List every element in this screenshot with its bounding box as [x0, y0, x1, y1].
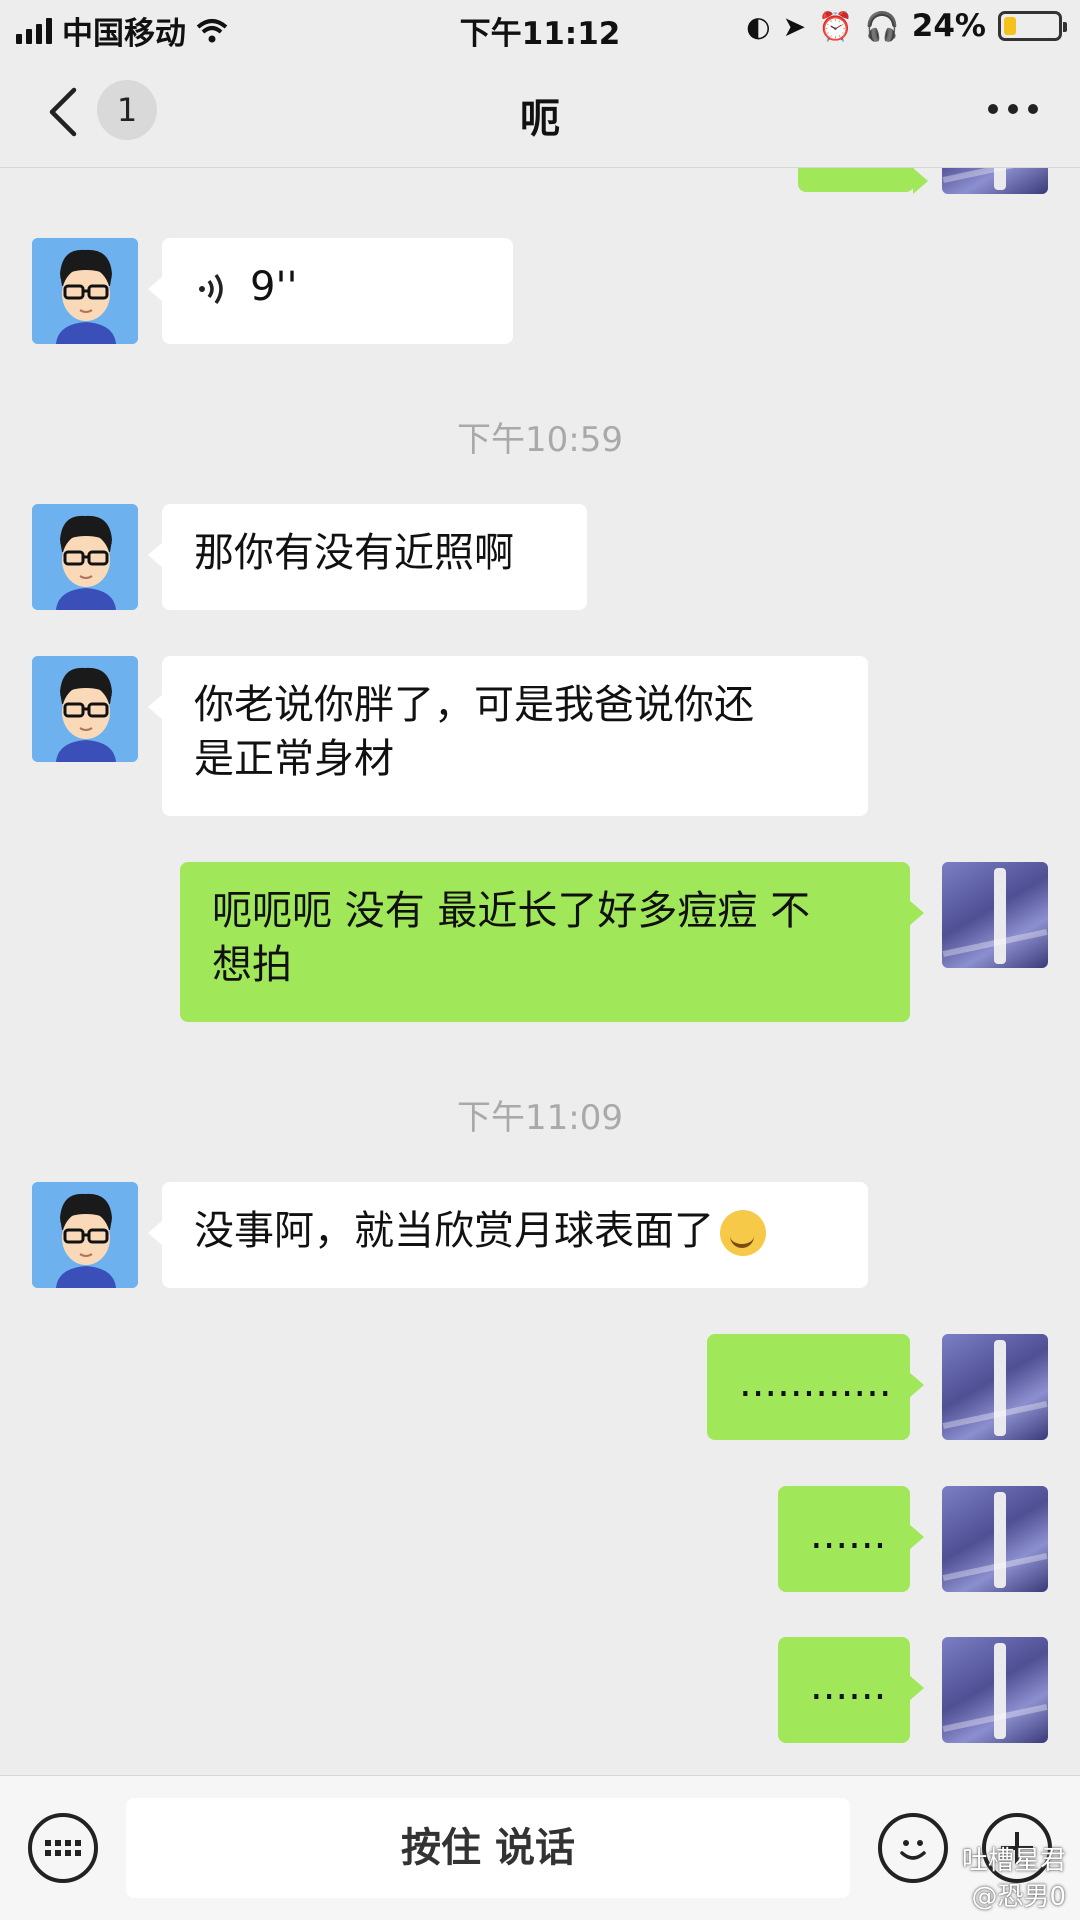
message-text-line: 你老说你胖了，可是我爸说你还	[194, 682, 754, 728]
smile-face-icon	[900, 1840, 926, 1860]
emoji-button[interactable]	[878, 1813, 948, 1883]
contact-avatar[interactable]	[32, 504, 138, 610]
message-text: ............	[739, 1360, 892, 1406]
message-text: 那你有没有近照啊	[194, 530, 514, 576]
timestamp: 下午11:09	[457, 1098, 623, 1138]
message-text-line: 是正常身材	[194, 736, 394, 782]
message-text-line: 想拍	[212, 942, 292, 988]
message-bubble[interactable]: 没事阿，就当欣赏月球表面了	[148, 1182, 868, 1288]
self-avatar[interactable]	[942, 862, 1048, 968]
self-avatar[interactable]	[942, 1486, 1048, 1592]
voice-wave-icon	[199, 273, 223, 305]
message-bubble-self[interactable]: ......	[778, 1486, 924, 1592]
self-avatar[interactable]	[942, 1637, 1048, 1743]
more-options-button[interactable]	[988, 104, 1038, 114]
contact-avatar[interactable]	[32, 1182, 138, 1288]
message-bubble[interactable]: 你老说你胖了，可是我爸说你还 是正常身材	[148, 656, 868, 816]
watermark-line1: 吐槽星君	[961, 1846, 1066, 1876]
chat-area[interactable]: 9'' 下午10:59 那你有没有近照啊 你老说你胖了，可是我爸说你还 是正常身…	[0, 0, 1080, 1775]
message-bubble-self[interactable]: ......	[778, 1637, 924, 1743]
chat-title: 呃	[520, 96, 560, 142]
watermark-line2: @恐男0	[971, 1882, 1066, 1912]
smirk-face-icon	[720, 1210, 766, 1256]
message-text: 没事阿，就当欣赏月球表面了	[194, 1208, 714, 1254]
message-text: ......	[810, 1663, 887, 1709]
input-toolbar: 按住 说话 吐槽星君 @恐男0	[0, 1775, 1080, 1920]
voice-message[interactable]: 9''	[148, 238, 513, 344]
contact-avatar[interactable]	[32, 656, 138, 762]
voice-duration: 9''	[250, 264, 298, 310]
nav-bar: 1 呃	[0, 56, 1080, 168]
message-text-line: 呃呃呃 没有 最近长了好多痘痘 不	[212, 888, 811, 934]
self-avatar[interactable]	[942, 1334, 1048, 1440]
keyboard-toggle-button[interactable]	[28, 1813, 98, 1883]
hold-to-talk-button[interactable]: 按住 说话	[126, 1798, 850, 1898]
message-bubble-self[interactable]: ............	[707, 1334, 924, 1440]
contact-avatar[interactable]	[32, 238, 138, 344]
keyboard-icon	[45, 1840, 81, 1856]
message-bubble[interactable]: 那你有没有近照啊	[148, 504, 587, 610]
timestamp: 下午10:59	[457, 420, 623, 460]
message-text: ......	[810, 1512, 887, 1558]
message-bubble-self[interactable]: 呃呃呃 没有 最近长了好多痘痘 不 想拍	[180, 862, 924, 1022]
more-dots-icon	[988, 104, 998, 114]
